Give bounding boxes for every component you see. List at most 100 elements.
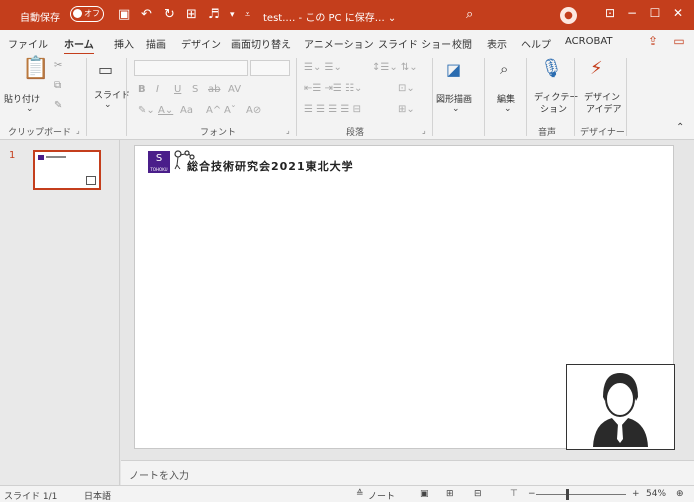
copy-icon[interactable]: ⧉ [54,80,61,91]
maximize-icon[interactable]: ☐ [645,6,665,24]
align-icons[interactable]: ☰ ☰ ☰ ☰ ⊟ [304,104,361,115]
zoom-in-button[interactable]: + [632,489,640,499]
microphone-icon[interactable]: 🎙 [540,58,563,79]
new-slide-icon[interactable]: ▭ [98,60,113,79]
paragraph-launcher-icon[interactable]: ⌟ [422,126,426,135]
highlight-icon[interactable]: ✎⌄ [138,105,155,116]
italic-button[interactable]: I [156,84,159,95]
normal-view-icon[interactable]: ▣ [420,489,429,499]
tab-home[interactable]: ホーム [64,36,94,55]
logo-subtext: TOHOKU [150,167,168,172]
save-icon[interactable]: ▣ [118,7,130,23]
font-launcher-icon[interactable]: ⌟ [286,126,290,135]
new-slide-button[interactable]: スライド [94,88,130,101]
notes-placeholder[interactable]: ノートを入力 [129,467,189,482]
text-direction-icon[interactable]: ⊡⌄ [398,83,415,94]
paste-dropdown-icon[interactable]: ⌄ [26,104,34,114]
ribbon-display-icon[interactable]: ⊡ [600,6,620,24]
dictate-label-2[interactable]: ション [540,102,567,115]
zoom-slider-thumb[interactable] [566,489,569,500]
customize-icon[interactable]: ⩡ [245,7,250,23]
zoom-level[interactable]: 54% [646,489,666,499]
search-icon[interactable]: ⌕ [466,7,473,22]
redo-icon[interactable]: ↻ [164,7,175,23]
language-indicator[interactable]: 日本語 [84,489,111,502]
close-icon[interactable]: ✕ [668,6,688,24]
design-ideas-label-2[interactable]: アイデア [586,102,622,115]
paste-button[interactable]: 貼り付け [4,92,40,105]
clipboard-launcher-icon[interactable]: ⌟ [76,126,80,135]
shrink-font-button[interactable]: Aˇ [224,105,236,116]
paste-icon[interactable]: 📋 [22,56,49,81]
font-color-icon[interactable]: A⌄ [158,105,173,116]
zoom-slider[interactable] [536,494,626,495]
reading-view-icon[interactable]: ⊟ [474,489,482,499]
divider [526,58,527,136]
format-painter-icon[interactable]: ♬ [208,7,220,23]
strikethrough-button[interactable]: ab [208,84,220,95]
editing-dropdown-icon[interactable]: ⌄ [504,104,512,114]
tab-slideshow[interactable]: スライド ショー [378,36,451,51]
tab-acrobat[interactable]: ACROBAT [565,36,613,47]
tab-view[interactable]: 表示 [487,36,507,51]
person-photo[interactable] [566,364,675,450]
collapse-ribbon-icon[interactable]: ⌃ [676,122,684,133]
share-icon[interactable]: ⇪ [644,34,662,50]
zoom-out-button[interactable]: − [528,489,536,499]
undo-icon[interactable]: ↶ [141,7,152,23]
designer-group-label: デザイナー [580,128,625,138]
logo-letter: S [155,153,163,164]
tab-file[interactable]: ファイル [8,36,48,51]
font-family-dropdown[interactable] [134,60,248,76]
smartart-icon[interactable]: ⊞⌄ [398,104,415,115]
notes-icon[interactable]: ≙ [356,489,364,499]
fit-to-window-icon[interactable]: ⊕ [676,489,684,499]
bold-button[interactable]: B [138,84,146,95]
grow-font-button[interactable]: A^ [206,105,221,116]
slide-thumbnail-pane: 1 [0,140,120,485]
slideshow-icon[interactable]: ⊤ [510,489,518,499]
slide-canvas[interactable]: S TOHOKU 総合技術研究会2021東北大学 [134,145,675,450]
tab-review[interactable]: 校閲 [452,36,472,51]
indent-icon[interactable]: ⇤☰ ⇥☰ ☷⌄ [304,83,362,94]
design-ideas-icon[interactable]: ⚡ [590,58,603,79]
find-icon[interactable]: ⌕ [500,60,508,78]
slides-dropdown-icon[interactable]: ⌄ [104,100,112,110]
clear-format-icon[interactable]: A⊘ [246,105,261,116]
autosave-label: 自動保存 [20,13,60,24]
line-spacing-icon[interactable]: ↕☰⌄ ⇅⌄ [372,62,418,73]
slide-editor: S TOHOKU 総合技術研究会2021東北大学 [121,140,694,460]
dropdown-icon[interactable]: ▾ [230,7,235,23]
underline-button[interactable]: U [174,84,181,95]
minimize-icon[interactable]: − [622,6,642,24]
tab-animations[interactable]: アニメーション [304,36,374,51]
tab-design[interactable]: デザイン [181,36,221,51]
shadow-button[interactable]: S [192,84,198,95]
slide-title-text[interactable]: 総合技術研究会2021東北大学 [187,158,354,174]
cut-icon[interactable]: ✂ [54,60,62,71]
drawing-dropdown-icon[interactable]: ⌄ [452,104,460,114]
present-icon[interactable]: ⊞ [186,7,197,23]
status-bar: スライド 1/1 日本語 ≙ ノート ▣ ⊞ ⊟ ⊤ − + 54% ⊕ [0,485,694,502]
autosave-toggle[interactable]: オフ [70,6,104,22]
notes-button[interactable]: ノート [368,489,395,502]
font-size-dropdown[interactable] [250,60,290,76]
slide-number: 1 [9,150,16,161]
format-painter-icon[interactable]: ✎ [54,100,62,111]
notes-pane[interactable]: ノートを入力 [121,460,694,485]
comments-icon[interactable]: ▭ [670,34,688,50]
account-icon[interactable]: ● [560,7,577,24]
char-spacing-button[interactable]: AV [228,84,241,95]
thumb-photo [86,176,96,185]
tab-insert[interactable]: 挿入 [114,36,134,51]
slide-sorter-icon[interactable]: ⊞ [446,489,454,499]
bullets-icon[interactable]: ☰⌄ ☰⌄ [304,62,342,73]
tab-help[interactable]: ヘルプ [521,36,551,51]
tab-draw[interactable]: 描画 [146,36,166,51]
document-title[interactable]: test.… - この PC に保存… ⌄ [263,9,396,24]
tab-transitions[interactable]: 画面切り替え [231,36,291,51]
change-case-button[interactable]: Aa [180,105,193,116]
font-group-label: フォント [200,128,237,138]
slide-thumbnail[interactable] [33,150,101,190]
shapes-icon[interactable]: ◪ [446,60,461,79]
